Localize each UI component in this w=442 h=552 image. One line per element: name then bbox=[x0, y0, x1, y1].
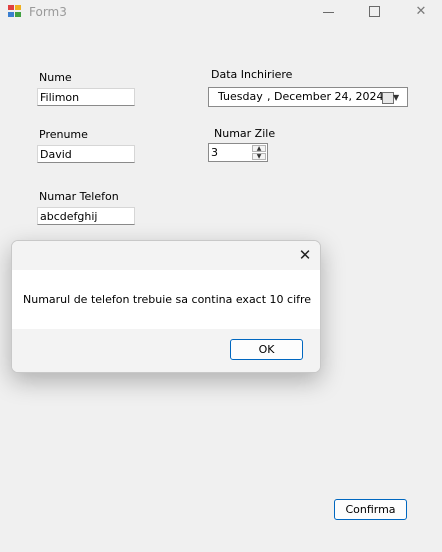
form-icon bbox=[8, 5, 22, 18]
stepper-up-icon[interactable]: ▲ bbox=[252, 145, 266, 152]
window-title: Form3 bbox=[29, 5, 67, 19]
minimize-icon bbox=[323, 12, 334, 13]
minimize-button[interactable] bbox=[306, 0, 352, 24]
telefon-label: Numar Telefon bbox=[39, 190, 119, 203]
ok-button[interactable]: OK bbox=[230, 339, 303, 360]
numar-zile-stepper[interactable]: 3 ▲ ▼ bbox=[208, 143, 268, 162]
date-text: , December 24, 2024 bbox=[267, 90, 384, 103]
close-button[interactable]: ✕ bbox=[398, 0, 442, 24]
nume-label: Nume bbox=[39, 71, 72, 84]
message-dialog: ✕ Numarul de telefon trebuie sa contina … bbox=[11, 240, 321, 373]
prenume-label: Prenume bbox=[39, 128, 88, 141]
dialog-header: ✕ bbox=[12, 241, 320, 270]
maximize-button[interactable] bbox=[352, 0, 398, 24]
confirm-button[interactable]: Confirma bbox=[334, 499, 407, 520]
date-day-of-week: Tuesday bbox=[218, 90, 263, 103]
dialog-message: Numarul de telefon trebuie sa contina ex… bbox=[23, 293, 312, 306]
dialog-close-button[interactable]: ✕ bbox=[294, 244, 316, 266]
prenume-input[interactable]: David bbox=[37, 145, 135, 163]
telefon-input[interactable]: abcdefghij bbox=[37, 207, 135, 225]
numar-zile-label: Numar Zile bbox=[214, 127, 276, 140]
maximize-icon bbox=[369, 6, 380, 17]
dialog-footer: OK bbox=[12, 329, 320, 372]
stepper-buttons: ▲ ▼ bbox=[252, 145, 266, 160]
numar-zile-value[interactable]: 3 bbox=[211, 146, 218, 159]
data-inchiriere-label: Data Inchiriere bbox=[211, 68, 293, 81]
date-picker[interactable]: Tuesday , December 24, 2024 ▼ bbox=[208, 87, 408, 107]
title-bar: Form3 ✕ bbox=[0, 0, 442, 24]
chevron-down-icon[interactable]: ▼ bbox=[393, 93, 399, 102]
stepper-down-icon[interactable]: ▼ bbox=[252, 153, 266, 160]
nume-input[interactable]: Filimon bbox=[37, 88, 135, 106]
